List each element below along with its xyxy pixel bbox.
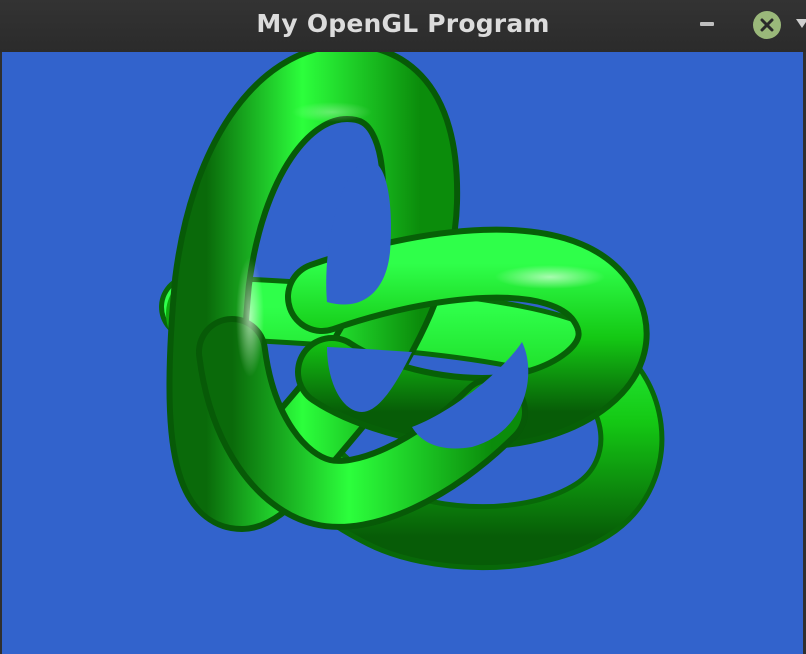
window-title: My OpenGL Program [256,9,550,38]
close-icon[interactable] [753,11,781,39]
chevron-down-icon[interactable] [796,19,806,28]
minimize-icon[interactable] [700,22,714,26]
trefoil-knot [159,52,665,571]
titlebar[interactable]: My OpenGL Program [0,0,806,52]
opengl-viewport[interactable] [2,52,803,654]
app-window: My OpenGL Program [0,0,806,654]
